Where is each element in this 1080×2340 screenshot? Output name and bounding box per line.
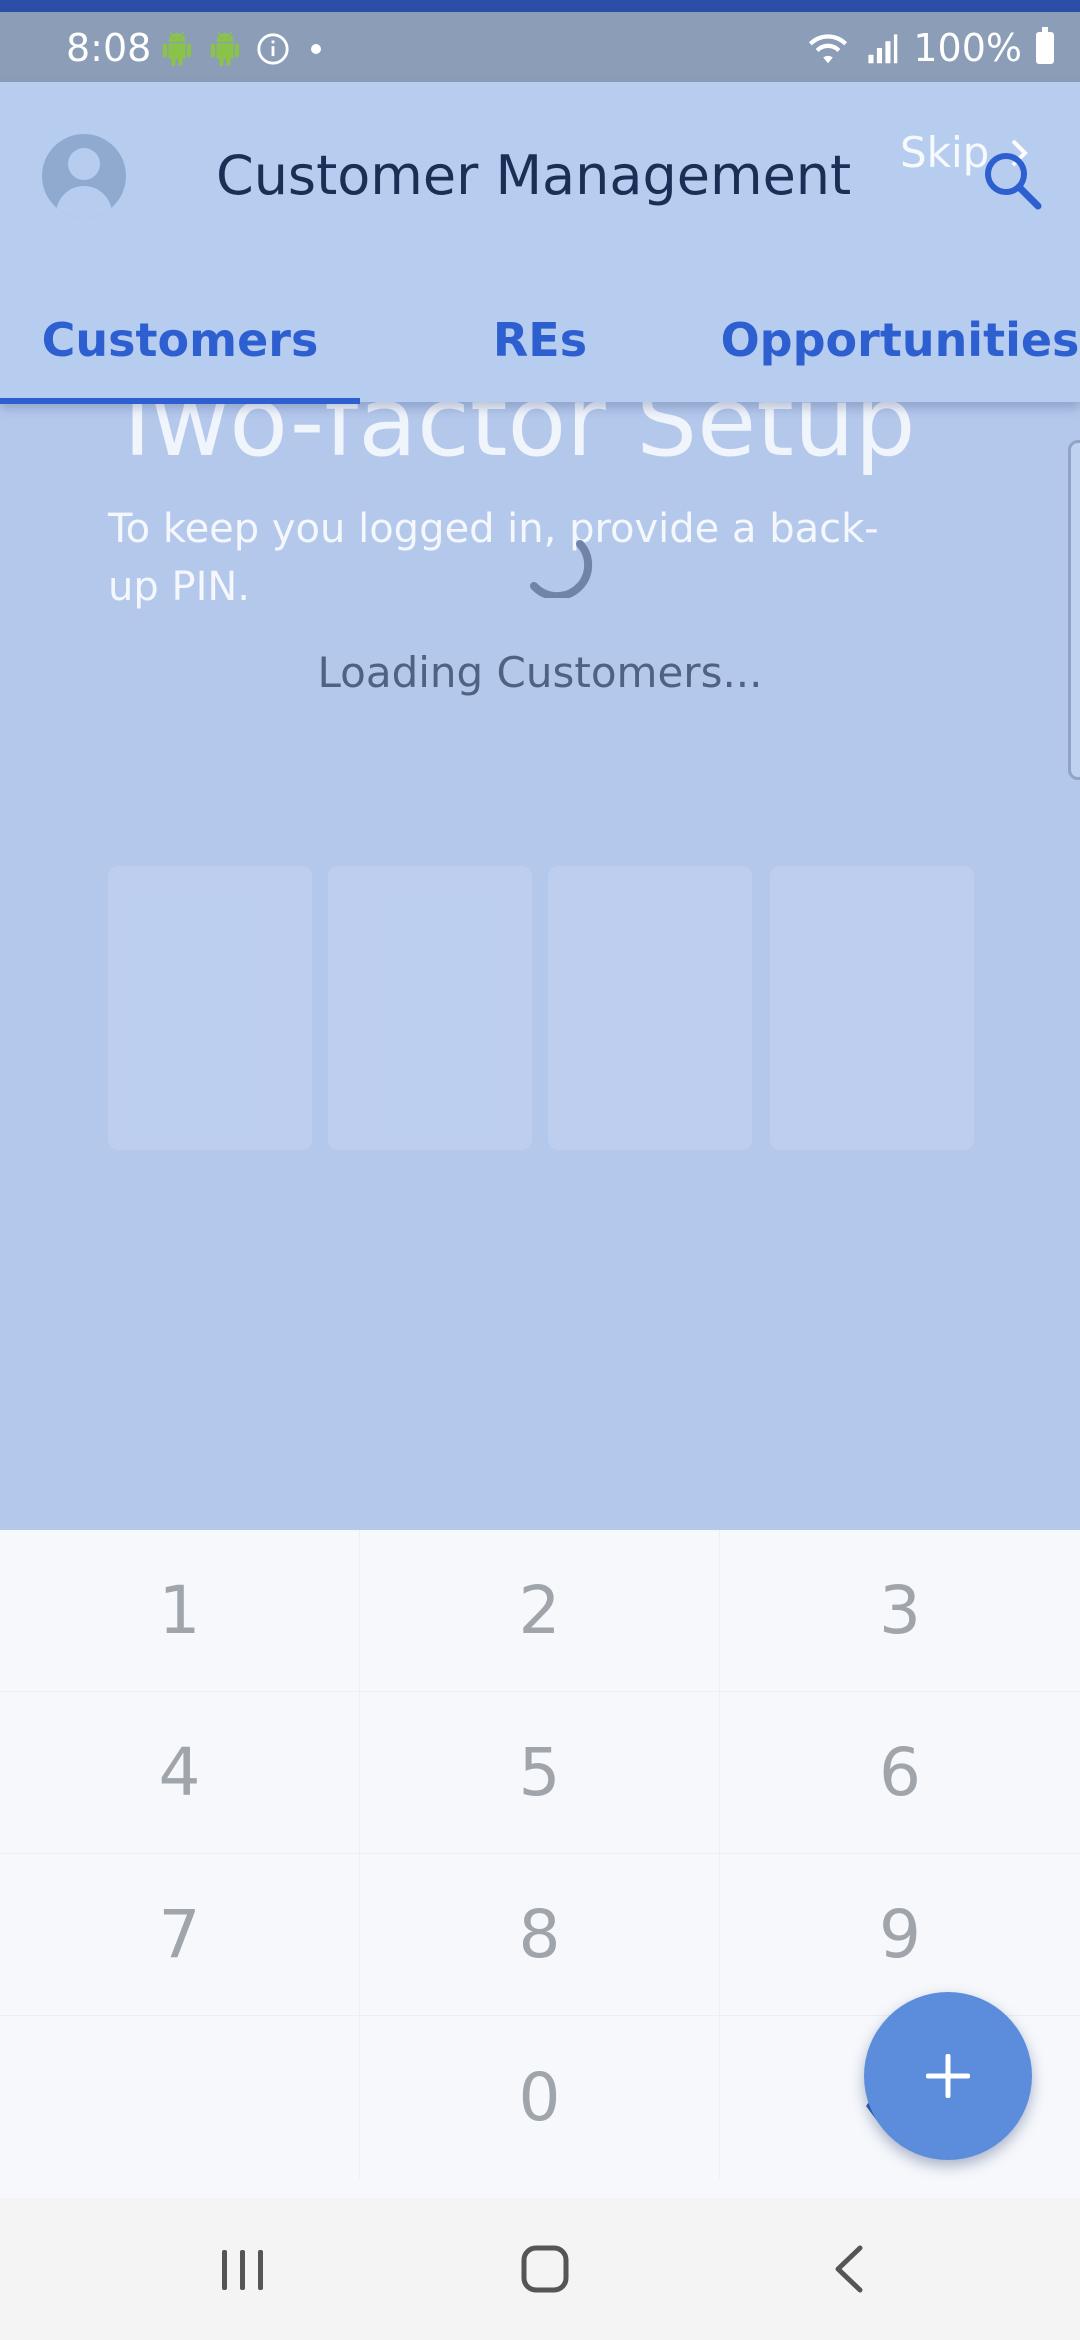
status-icons-left [160, 32, 328, 66]
search-icon[interactable] [978, 146, 1048, 216]
key-2[interactable]: 2 [360, 1530, 720, 1692]
page-title: Customer Management [216, 144, 852, 207]
top-accent-strip [0, 0, 1080, 12]
dot-icon [311, 44, 321, 54]
loading-text: Loading Customers... [317, 648, 763, 697]
add-fab-button[interactable] [864, 1992, 1032, 2160]
avatar[interactable] [42, 134, 126, 218]
key-8[interactable]: 8 [360, 1854, 720, 2016]
status-bar: 8:08 100% [0, 12, 1080, 82]
signal-icon [868, 34, 898, 64]
key-3[interactable]: 3 [720, 1530, 1080, 1692]
key-1[interactable]: 1 [0, 1530, 360, 1692]
recents-icon[interactable] [198, 2234, 288, 2304]
back-icon[interactable] [804, 2234, 894, 2304]
status-time: 8:08 [66, 26, 152, 70]
key-4[interactable]: 4 [0, 1692, 360, 1854]
loading-spinner-icon [530, 540, 593, 598]
key-6[interactable]: 6 [720, 1692, 1080, 1854]
tab-opportunities[interactable]: Opportunities [720, 278, 1080, 402]
tab-customers[interactable]: Customers [0, 278, 360, 402]
key-0[interactable]: 0 [360, 2016, 720, 2178]
battery-icon [1036, 27, 1054, 64]
android-icon [210, 32, 240, 66]
key-9[interactable]: 9 [720, 1854, 1080, 2016]
edge-panel-handle[interactable] [1068, 440, 1080, 780]
android-icon [162, 32, 192, 66]
system-nav-bar [0, 2198, 1080, 2340]
pin-digit-box[interactable] [548, 866, 752, 1150]
pin-digit-box[interactable] [328, 866, 532, 1150]
key-empty [0, 2016, 360, 2178]
tab-bar: Customers REs Opportunities [0, 278, 1080, 402]
battery-percent: 100% [913, 26, 1022, 70]
key-7[interactable]: 7 [0, 1854, 360, 2016]
status-icons-right: 100% [805, 26, 1054, 70]
pin-digit-box[interactable] [108, 866, 312, 1150]
tab-indicator [0, 398, 360, 404]
plus-icon [926, 2054, 970, 2098]
tab-res[interactable]: REs [360, 278, 720, 402]
info-icon [257, 33, 289, 65]
skip-link[interactable]: Skip [900, 128, 989, 177]
app-header: Customer Management Skip Customers REs O… [0, 82, 1080, 404]
key-5[interactable]: 5 [360, 1692, 720, 1854]
wifi-icon [809, 34, 848, 64]
pin-digit-box[interactable] [770, 866, 974, 1150]
home-icon[interactable] [500, 2234, 590, 2304]
